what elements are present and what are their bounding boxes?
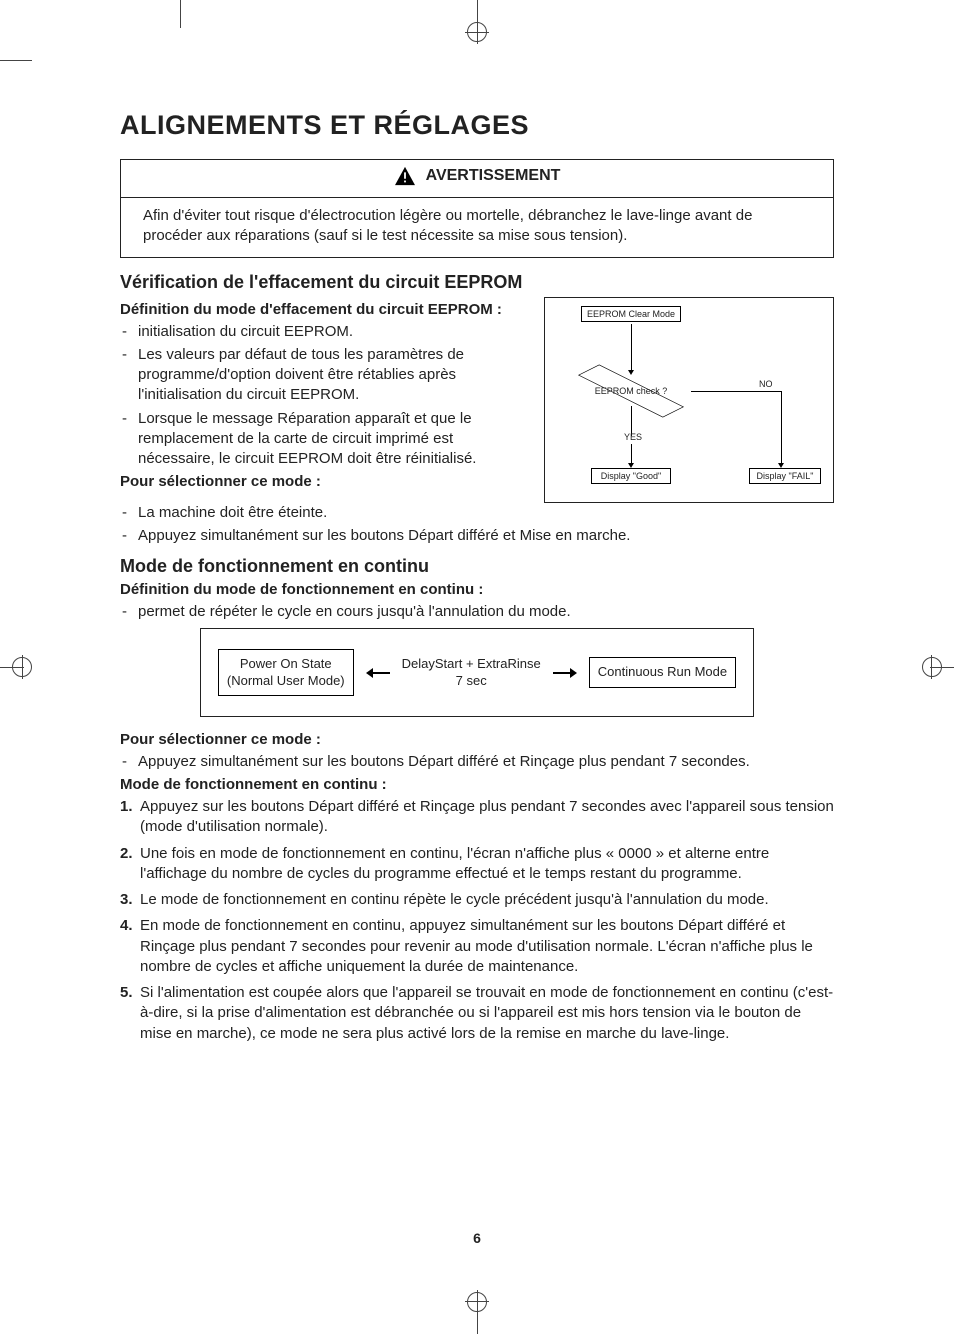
arrow-left-icon — [366, 668, 390, 678]
register-mark-right — [914, 647, 954, 687]
flow-yes-label: YES — [624, 432, 642, 442]
page: ALIGNEMENTS ET RÉGLAGES AVERTISSEMENT Af… — [0, 0, 954, 1334]
flow-decision: EEPROM check ? — [571, 376, 691, 406]
register-mark-left — [0, 647, 40, 687]
flow-good-box: Display "Good" — [591, 468, 671, 484]
eeprom-flowchart: EEPROM Clear Mode EEPROM check ? NO Disp… — [544, 297, 834, 503]
list-item: Appuyez simultanément sur les boutons Dé… — [120, 752, 834, 772]
flow-start-box: EEPROM Clear Mode — [581, 306, 681, 322]
continuous-def-list: permet de répéter le cycle en cours jusq… — [120, 602, 834, 622]
register-mark-bottom — [407, 1294, 547, 1334]
continuous-def-heading: Définition du mode de fonctionnement en … — [120, 581, 834, 598]
list-item: La machine doit être éteinte. — [120, 503, 834, 523]
list-item: Si l'alimentation est coupée alors que l… — [120, 983, 834, 1044]
list-item: permet de répéter le cycle en cours jusq… — [120, 602, 834, 622]
crop-mark — [180, 0, 181, 28]
register-mark-top — [407, 0, 547, 40]
arrow-right-icon — [553, 668, 577, 678]
eeprom-select-heading: Pour sélectionner ce mode : — [120, 473, 526, 490]
diagram-box-right: Continuous Run Mode — [589, 657, 736, 687]
flow-no-label: NO — [759, 379, 773, 389]
list-item: Lorsque le message Réparation apparaît e… — [120, 409, 526, 470]
eeprom-heading: Vérification de l'effacement du circuit … — [120, 272, 834, 293]
diagram-text: DelayStart + ExtraRinse — [402, 656, 541, 672]
warning-body: Afin d'éviter tout risque d'électrocutio… — [121, 198, 833, 247]
diagram-box-left: Power On State (Normal User Mode) — [218, 649, 354, 696]
continuous-diagram: Power On State (Normal User Mode) DelayS… — [200, 628, 754, 717]
list-item: Les valeurs par défaut de tous les param… — [120, 345, 526, 406]
continuous-select-heading: Pour sélectionner ce mode : — [120, 731, 834, 748]
continuous-mode-heading: Mode de fonctionnement en continu : — [120, 776, 834, 793]
list-item: Appuyez sur les boutons Départ différé e… — [120, 797, 834, 838]
eeprom-text-column: Définition du mode d'effacement du circu… — [120, 297, 526, 495]
crop-mark — [0, 60, 32, 61]
diagram-text: 7 sec — [402, 673, 541, 689]
warning-box: AVERTISSEMENT Afin d'éviter tout risque … — [120, 159, 834, 258]
eeprom-def-heading: Définition du mode d'effacement du circu… — [120, 301, 526, 318]
list-item: En mode de fonctionnement en continu, ap… — [120, 916, 834, 977]
list-item: Une fois en mode de fonctionnement en co… — [120, 844, 834, 885]
list-item: initialisation du circuit EEPROM. — [120, 322, 526, 342]
flow-fail-box: Display "FAIL" — [749, 468, 821, 484]
continuous-heading: Mode de fonctionnement en continu — [120, 556, 834, 577]
continuous-select-list: Appuyez simultanément sur les boutons Dé… — [120, 752, 834, 772]
warning-icon — [394, 166, 416, 186]
list-item: Le mode de fonctionnement en continu rép… — [120, 890, 834, 910]
list-item: Appuyez simultanément sur les boutons Dé… — [120, 526, 834, 546]
diagram-mid: DelayStart + ExtraRinse 7 sec — [402, 656, 541, 689]
content-area: ALIGNEMENTS ET RÉGLAGES AVERTISSEMENT Af… — [120, 110, 834, 1050]
warning-header-row: AVERTISSEMENT — [121, 160, 833, 198]
eeprom-select-list: La machine doit être éteinte. Appuyez si… — [120, 503, 834, 547]
continuous-steps: Appuyez sur les boutons Départ différé e… — [120, 797, 834, 1044]
page-number: 6 — [473, 1230, 481, 1246]
eeprom-def-list: initialisation du circuit EEPROM. Les va… — [120, 322, 526, 470]
diagram-text: (Normal User Mode) — [227, 673, 345, 689]
page-title: ALIGNEMENTS ET RÉGLAGES — [120, 110, 834, 141]
flow-decision-label: EEPROM check ? — [571, 376, 691, 406]
diagram-text: Power On State — [227, 656, 345, 672]
warning-heading: AVERTISSEMENT — [426, 167, 561, 185]
